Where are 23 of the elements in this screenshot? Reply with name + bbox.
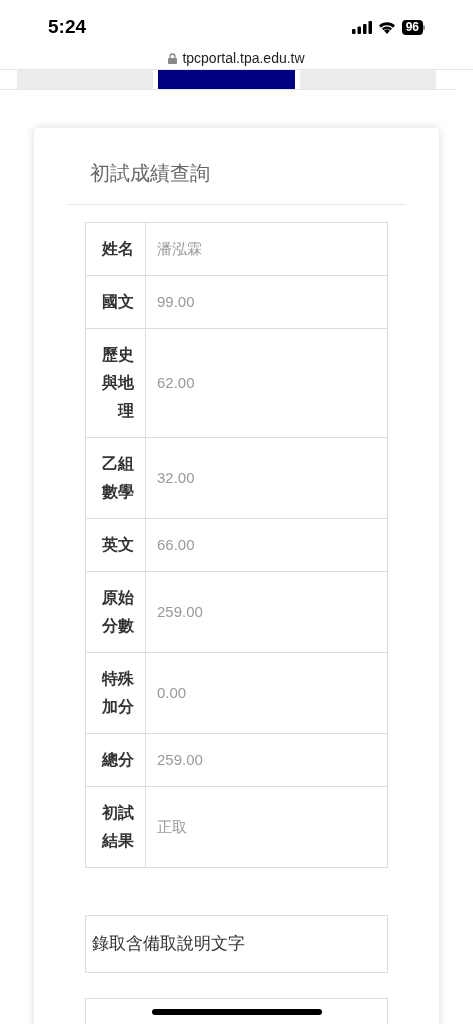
card-title: 初試成績查詢 [90, 162, 210, 184]
field-value: 259.00 [145, 571, 388, 653]
url-text[interactable]: tpcportal.tpa.edu.tw [182, 48, 305, 69]
note-box: 錄取含備取說明文字 [85, 915, 388, 973]
field-value: 99.00 [145, 275, 388, 329]
field-value: 66.00 [145, 518, 388, 572]
battery-level: 96 [401, 19, 423, 35]
field-label: 姓名 [85, 222, 146, 276]
field-label: 英文 [85, 518, 146, 572]
field-value: 0.00 [145, 652, 388, 734]
field-label: 特殊加分 [85, 652, 146, 734]
status-time: 5:24 [48, 14, 87, 39]
field-value: 62.00 [145, 328, 388, 438]
field-label: 國文 [85, 275, 146, 329]
field-value: 259.00 [145, 733, 388, 787]
field-label: 原始分數 [85, 571, 146, 653]
field-label: 乙組數學 [85, 437, 146, 519]
field-value: 正取 [145, 786, 388, 868]
field-label: 總分 [85, 733, 146, 787]
field-value: 潘泓霖 [145, 222, 388, 276]
field-label: 歷史與地理 [85, 328, 146, 438]
field-value: 32.00 [145, 437, 388, 519]
field-label: 初試結果 [85, 786, 146, 868]
